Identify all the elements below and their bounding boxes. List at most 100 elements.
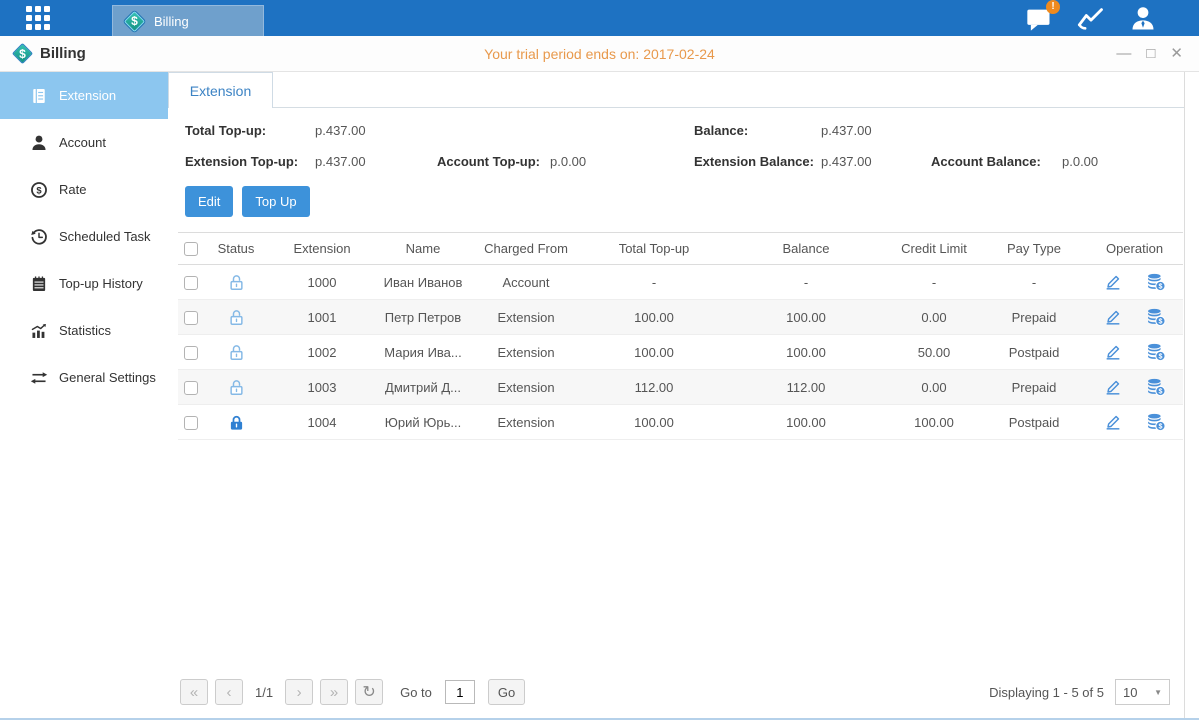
row-checkbox[interactable] (184, 311, 198, 325)
first-page-button[interactable]: « (180, 679, 208, 705)
top-up-row-icon[interactable]: $ (1146, 307, 1166, 327)
user-account-button[interactable] (1129, 5, 1157, 31)
system-topbar: $ Billing ! (0, 0, 1199, 36)
lock-open-icon[interactable] (227, 308, 246, 323)
table-row: 1001 Петр Петров Extension 100.00 100.00… (178, 300, 1183, 335)
cell-name: Юрий Юрь... (376, 405, 470, 440)
close-button[interactable]: ✕ (1170, 46, 1183, 61)
go-button[interactable]: Go (488, 679, 525, 705)
select-all-checkbox[interactable] (184, 242, 198, 256)
column-header-operation: Operation (1086, 233, 1183, 265)
messages-button[interactable]: ! (1025, 5, 1053, 31)
row-checkbox[interactable] (184, 346, 198, 360)
cell-name: Иван Иванов (376, 265, 470, 300)
lock-open-icon[interactable] (227, 273, 246, 288)
displaying-range-text: Displaying 1 - 5 of 5 (989, 685, 1104, 700)
lock-open-icon[interactable] (227, 343, 246, 358)
cell-charged-from: Extension (470, 405, 582, 440)
extensions-table: Status Extension Name Charged From Total… (178, 232, 1183, 440)
cell-balance: 100.00 (726, 335, 886, 370)
sidebar-item-label: Account (59, 135, 106, 150)
taskbar-tab-label: Billing (154, 14, 189, 29)
page-indicator: 1/1 (255, 685, 273, 700)
sidebar-item-scheduled-task[interactable]: Scheduled Task (0, 213, 168, 260)
top-up-row-icon[interactable]: $ (1146, 342, 1166, 362)
table-row: 1004 Юрий Юрь... Extension 100.00 100.00… (178, 405, 1183, 440)
top-up-row-icon[interactable]: $ (1146, 377, 1166, 397)
edit-row-icon[interactable] (1103, 307, 1123, 327)
prev-page-button[interactable]: ‹ (215, 679, 243, 705)
svg-text:$: $ (1158, 282, 1162, 290)
sidebar-item-rate[interactable]: $ Rate (0, 166, 168, 213)
account-topup-label: Account Top-up: (437, 154, 550, 169)
sidebar-item-extension[interactable]: Extension (0, 72, 168, 119)
content-tabbar: Extension (168, 72, 1184, 108)
row-checkbox[interactable] (184, 416, 198, 430)
extension-topup-value: p.437.00 (315, 154, 437, 169)
edit-row-icon[interactable] (1103, 412, 1123, 432)
sidebar-item-label: Rate (59, 182, 86, 197)
edit-button[interactable]: Edit (185, 186, 233, 217)
taskbar-tab-billing[interactable]: $ Billing (112, 5, 264, 36)
cell-extension: 1002 (268, 335, 376, 370)
cell-total-topup: 112.00 (582, 370, 726, 405)
billing-diamond-icon: $ (12, 43, 33, 64)
maximize-button[interactable]: □ (1146, 46, 1155, 61)
refresh-button[interactable]: ↻ (355, 679, 383, 705)
cell-credit-limit: - (886, 265, 982, 300)
balance-summary: Total Top-up: p.437.00 Extension Top-up:… (168, 108, 1184, 169)
goto-label: Go to (400, 685, 432, 700)
sidebar-item-statistics[interactable]: Statistics (0, 307, 168, 354)
app-launcher-button[interactable] (0, 0, 76, 36)
cell-charged-from: Extension (470, 335, 582, 370)
cell-extension: 1000 (268, 265, 376, 300)
sidebar-item-general-settings[interactable]: General Settings (0, 354, 168, 401)
user-icon (1129, 5, 1157, 33)
edit-row-icon[interactable] (1103, 342, 1123, 362)
bar-chart-icon (30, 322, 48, 340)
chevron-down-icon: ▼ (1154, 688, 1162, 697)
cell-total-topup: 100.00 (582, 335, 726, 370)
edit-row-icon[interactable] (1103, 272, 1123, 292)
tab-extension[interactable]: Extension (168, 72, 273, 108)
goto-page-input[interactable] (445, 680, 475, 704)
lock-closed-icon[interactable] (227, 413, 246, 428)
svg-text:$: $ (1158, 422, 1162, 430)
main-content: Extension Total Top-up: p.437.00 Extensi… (168, 72, 1185, 718)
sidebar-item-account[interactable]: Account (0, 119, 168, 166)
cell-pay-type: Postpaid (982, 405, 1086, 440)
sidebar-item-label: General Settings (59, 370, 156, 385)
next-page-button[interactable]: › (285, 679, 313, 705)
column-header-extension: Extension (268, 233, 376, 265)
column-header-balance: Balance (726, 233, 886, 265)
cell-credit-limit: 0.00 (886, 370, 982, 405)
edit-row-icon[interactable] (1103, 377, 1123, 397)
top-up-button[interactable]: Top Up (242, 186, 309, 217)
row-checkbox[interactable] (184, 381, 198, 395)
cell-extension: 1001 (268, 300, 376, 335)
page-size-select[interactable]: 10 ▼ (1115, 679, 1170, 705)
cell-balance: 100.00 (726, 300, 886, 335)
minimize-button[interactable]: — (1116, 46, 1131, 61)
window-title: Billing (40, 45, 86, 62)
lock-open-icon[interactable] (227, 378, 246, 393)
column-header-total-topup: Total Top-up (582, 233, 726, 265)
last-page-button[interactable]: » (320, 679, 348, 705)
top-up-row-icon[interactable]: $ (1146, 412, 1166, 432)
dollar-circle-icon: $ (30, 181, 48, 199)
cell-balance: 112.00 (726, 370, 886, 405)
pagination-bar: « ‹ 1/1 › » ↻ Go to Go Displaying 1 - 5 … (168, 672, 1184, 718)
apps-grid-icon (26, 6, 50, 30)
column-header-charged-from: Charged From (470, 233, 582, 265)
clock-icon (30, 228, 48, 246)
row-checkbox[interactable] (184, 276, 198, 290)
reports-button[interactable] (1077, 5, 1105, 31)
column-header-status: Status (204, 233, 268, 265)
cell-pay-type: - (982, 265, 1086, 300)
cell-credit-limit: 0.00 (886, 300, 982, 335)
line-chart-icon (1077, 5, 1105, 33)
column-header-credit-limit: Credit Limit (886, 233, 982, 265)
sidebar-item-topup-history[interactable]: Top-up History (0, 260, 168, 307)
top-up-row-icon[interactable]: $ (1146, 272, 1166, 292)
cell-name: Петр Петров (376, 300, 470, 335)
